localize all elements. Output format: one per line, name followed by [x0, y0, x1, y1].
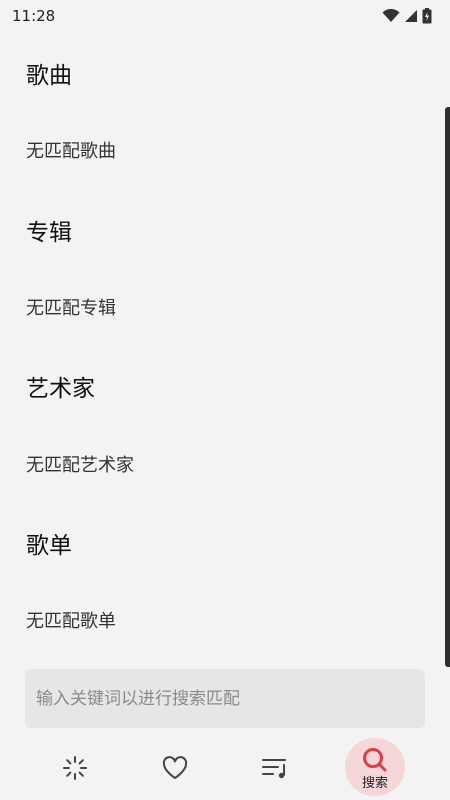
empty-songs-text: 无匹配歌曲: [26, 141, 116, 162]
nav-search[interactable]: 搜索: [345, 736, 405, 800]
empty-artists-text: 无匹配艺术家: [26, 455, 134, 476]
empty-playlists-text: 无匹配歌单: [26, 611, 116, 632]
section-title-albums: 专辑: [26, 220, 72, 246]
scrollbar[interactable]: [445, 107, 450, 667]
section-title-artists: 艺术家: [26, 376, 95, 402]
section-title-songs: 歌曲: [26, 63, 72, 89]
signal-icon: [405, 10, 417, 22]
empty-albums-text: 无匹配专辑: [26, 298, 116, 319]
wifi-icon: [382, 9, 400, 22]
bottom-nav: 搜索: [0, 736, 450, 800]
heart-icon: [162, 756, 188, 779]
playlist-icon: [262, 759, 286, 779]
nav-favorites[interactable]: [145, 736, 205, 800]
nav-playlist[interactable]: [245, 736, 305, 800]
status-bar: 11:28: [0, 0, 450, 32]
status-time: 11:28: [12, 7, 56, 25]
nav-search-label: 搜索: [361, 775, 388, 791]
battery-icon: [422, 8, 432, 24]
section-title-playlists: 歌单: [26, 533, 72, 559]
search-icon: [363, 747, 387, 771]
loading-icon: [63, 756, 87, 780]
nav-discover[interactable]: [45, 736, 105, 800]
status-icons: [382, 8, 432, 24]
screen: 11:28 歌曲 无匹配歌曲 专辑 无匹配专辑 艺术家 无匹配艺术家 歌单 无匹…: [0, 0, 450, 800]
search-input[interactable]: [36, 688, 425, 709]
search-results: 歌曲 无匹配歌曲 专辑 无匹配专辑 艺术家 无匹配艺术家 歌单 无匹配歌单: [0, 32, 450, 662]
search-box[interactable]: [25, 669, 425, 728]
